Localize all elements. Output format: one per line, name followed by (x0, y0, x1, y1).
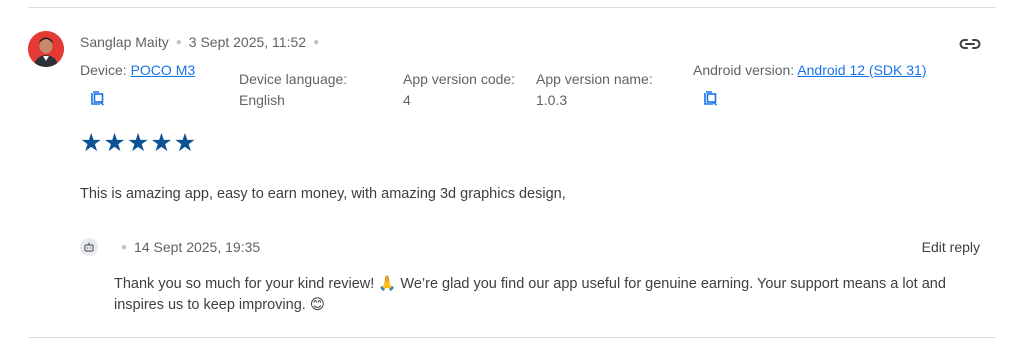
reply-date: 14 Sept 2025, 19:35 (134, 239, 261, 255)
review-date: 3 Sept 2025, 11:52 (188, 34, 307, 50)
reply-date-row: ● 14 Sept 2025, 19:35 (121, 239, 260, 255)
separator-dot: ● (175, 36, 182, 48)
top-divider (28, 7, 996, 8)
android-version-link[interactable]: Android 12 (SDK 31) (797, 62, 926, 78)
copy-to-clipboard-icon[interactable] (89, 89, 107, 107)
android-version-label: Android version: (693, 62, 798, 78)
separator-dot: ● (313, 36, 320, 48)
star-icon: ★ (173, 129, 197, 157)
app-version-code-label: App version code: (403, 71, 516, 87)
separator-dot: ● (121, 241, 128, 253)
review-text: This is amazing app, easy to earn money,… (80, 186, 566, 202)
device-language-field: Device language: English (239, 69, 347, 111)
android-version-field: Android version: Android 12 (SDK 31) (693, 60, 926, 81)
bottom-divider (28, 337, 996, 338)
star-icon: ★ (126, 129, 150, 157)
avatar (28, 31, 64, 67)
device-language-value: English (239, 92, 285, 108)
edit-reply-button[interactable]: Edit reply (922, 239, 980, 255)
device-field: Device: POCO M3 (80, 60, 195, 81)
star-rating: ★ ★ ★ ★ ★ (80, 131, 196, 156)
star-icon: ★ (80, 129, 103, 157)
copy-to-clipboard-icon[interactable] (702, 89, 720, 107)
star-icon: ★ (103, 129, 126, 157)
app-version-name-field: App version name: 1.0.3 (536, 69, 653, 111)
device-link[interactable]: POCO M3 (131, 62, 196, 78)
author-name: Sanglap Maity (80, 34, 169, 50)
device-language-label: Device language: (239, 71, 348, 87)
review-header: Sanglap Maity ● 3 Sept 2025, 11:52 ● (80, 34, 326, 50)
device-label: Device: (80, 62, 131, 78)
app-version-code-value: 4 (403, 92, 411, 108)
developer-badge-icon (80, 238, 98, 256)
app-version-code-field: App version code: 4 (403, 69, 515, 111)
app-version-name-label: App version name: (536, 71, 653, 87)
reply-text: Thank you so much for your kind review! … (114, 276, 946, 313)
link-icon[interactable] (958, 33, 982, 55)
star-icon: ★ (150, 129, 173, 157)
app-version-name-value: 1.0.3 (536, 92, 568, 108)
